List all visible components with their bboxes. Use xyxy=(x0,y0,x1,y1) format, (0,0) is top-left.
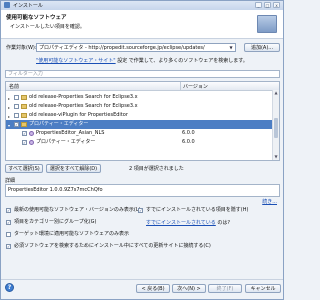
row-checkbox[interactable] xyxy=(14,104,19,109)
checkbox[interactable]: ✓ xyxy=(6,244,11,249)
selection-status: 2 項目が選択されました xyxy=(129,166,184,172)
option-label: 必須ソフトウェアを検索するためにインストール中にすべての更新サイトに接続する(C… xyxy=(14,243,211,249)
row-name: old release-viPlugin for PropertiesEdito… xyxy=(29,112,128,118)
row-checkbox[interactable]: ✓ xyxy=(22,131,27,136)
next-button[interactable]: 次へ(N) > xyxy=(172,284,206,293)
row-name: old release-Properties Search for Eclips… xyxy=(29,103,138,109)
row-name: プロパティー・エディター xyxy=(36,139,96,145)
folder-icon xyxy=(21,122,27,127)
folder-icon xyxy=(21,104,27,109)
checkbox[interactable]: ✓ xyxy=(6,208,11,213)
page-title: 使用可能なソフトウェア xyxy=(6,15,67,21)
add-site-button[interactable]: 追加(A)... xyxy=(244,43,280,52)
checkbox[interactable]: ✓ xyxy=(138,208,143,213)
page-subtitle: インストールしたい項目を確認。 xyxy=(10,24,85,30)
minimize-button[interactable]: _ xyxy=(255,2,262,8)
filter-input[interactable]: フィルター入力 xyxy=(5,70,280,78)
app-icon xyxy=(4,2,10,8)
software-table: 名前 バージョン ▸ old release-Properties Search… xyxy=(5,81,280,161)
option-label: ターゲット環境に適用可能なソフトウェアのみ表示 xyxy=(14,231,130,237)
details-text: PropertiesEditor 1.0.0.9Z7s7mcChQfo xyxy=(5,184,280,197)
column-header-version[interactable]: バージョン xyxy=(183,83,208,90)
hint-line: "使用可能なソフトウェア・サイト" 設定 で作業して、より多くのソフトウェアを検… xyxy=(36,57,248,64)
work-with-label: 作業対象(W): xyxy=(6,45,37,51)
table-header: 名前 バージョン xyxy=(6,82,279,91)
option-label: 項目をカテゴリー別にグループ化(G) xyxy=(14,219,97,225)
table-row[interactable]: ▸ old release-Properties Search for Ecli… xyxy=(6,93,273,102)
footer-divider xyxy=(1,279,283,280)
folder-icon xyxy=(21,95,27,100)
vertical-scrollbar[interactable]: ▲ ▼ xyxy=(272,90,279,160)
plugin-icon xyxy=(29,140,34,145)
checkbox[interactable] xyxy=(6,232,11,237)
row-version: 6.0.0 xyxy=(182,139,195,145)
already-installed-link[interactable]: すでにインストールされている xyxy=(146,220,216,226)
chevron-down-icon[interactable]: ▼ xyxy=(228,45,234,51)
select-all-button[interactable]: すべて選択(S) xyxy=(5,164,43,173)
row-version: 6.0.0 xyxy=(182,130,195,136)
row-checkbox[interactable]: ✓ xyxy=(22,140,27,145)
already-installed-line: すでにインストールされている のは? xyxy=(146,219,230,226)
row-checkbox[interactable] xyxy=(14,95,19,100)
scroll-down-icon[interactable]: ▼ xyxy=(273,154,279,160)
table-row[interactable]: ▸ old release-Properties Search for Ecli… xyxy=(6,102,273,111)
available-sites-link[interactable]: "使用可能なソフトウェア・サイト" xyxy=(36,58,116,64)
scrollbar-thumb[interactable] xyxy=(274,118,278,138)
row-checkbox[interactable] xyxy=(14,113,19,118)
details-label: 詳細 xyxy=(5,178,16,184)
option-label: すでにインストールされている項目を隠す(H) xyxy=(146,207,249,213)
work-with-combo[interactable]: プロパティエディタ - http://propedit.sourceforge.… xyxy=(36,43,236,52)
work-with-value: プロパティエディタ - http://propedit.sourceforge.… xyxy=(39,45,205,51)
row-name: old release-Properties Search for Eclips… xyxy=(29,94,138,100)
deselect-all-button[interactable]: 選択をすべて解除(D) xyxy=(46,164,101,173)
row-checkbox[interactable]: ✓ xyxy=(14,122,19,127)
close-button[interactable]: x xyxy=(273,2,280,8)
table-row[interactable]: ✓ プロパティー・エディター 6.0.0 xyxy=(6,138,273,147)
cancel-button[interactable]: キャンセル xyxy=(245,284,281,293)
window-title: インストール xyxy=(13,3,43,9)
column-header-name[interactable]: 名前 xyxy=(9,83,19,90)
table-row[interactable]: ✓ PropertiesEditor_Asian_NLS 6.0.0 xyxy=(6,129,273,138)
back-button[interactable]: < 戻る(B) xyxy=(136,284,170,293)
already-installed-suffix: のは? xyxy=(217,220,231,226)
checkbox[interactable]: ✓ xyxy=(6,220,11,225)
scroll-up-icon[interactable]: ▲ xyxy=(273,90,279,96)
install-package-icon xyxy=(257,15,277,33)
maximize-button[interactable]: □ xyxy=(264,2,271,8)
help-icon[interactable]: ? xyxy=(5,283,14,292)
option-label: 最新の使用可能なソフトウェア・バージョンのみ表示(L) xyxy=(14,207,141,213)
table-row-selected[interactable]: ▾ ✓ プロパティー・エディター xyxy=(6,120,273,129)
more-link[interactable]: 続き... xyxy=(262,198,277,205)
hint-text: 設定 で作業して、より多くのソフトウェアを検索します。 xyxy=(117,58,248,64)
column-divider xyxy=(180,82,181,90)
table-row[interactable]: ▸ old release-viPlugin for PropertiesEdi… xyxy=(6,111,273,120)
plugin-icon xyxy=(29,131,34,136)
row-name: プロパティー・エディター xyxy=(29,121,89,127)
header-banner: 使用可能なソフトウェア インストールしたい項目を確認。 xyxy=(1,10,283,39)
row-name: PropertiesEditor_Asian_NLS xyxy=(36,130,105,136)
finish-button[interactable]: 終了(F) xyxy=(208,284,242,293)
folder-icon xyxy=(21,113,27,118)
install-dialog: インストール _ □ x 使用可能なソフトウェア インストールしたい項目を確認。… xyxy=(0,0,284,300)
